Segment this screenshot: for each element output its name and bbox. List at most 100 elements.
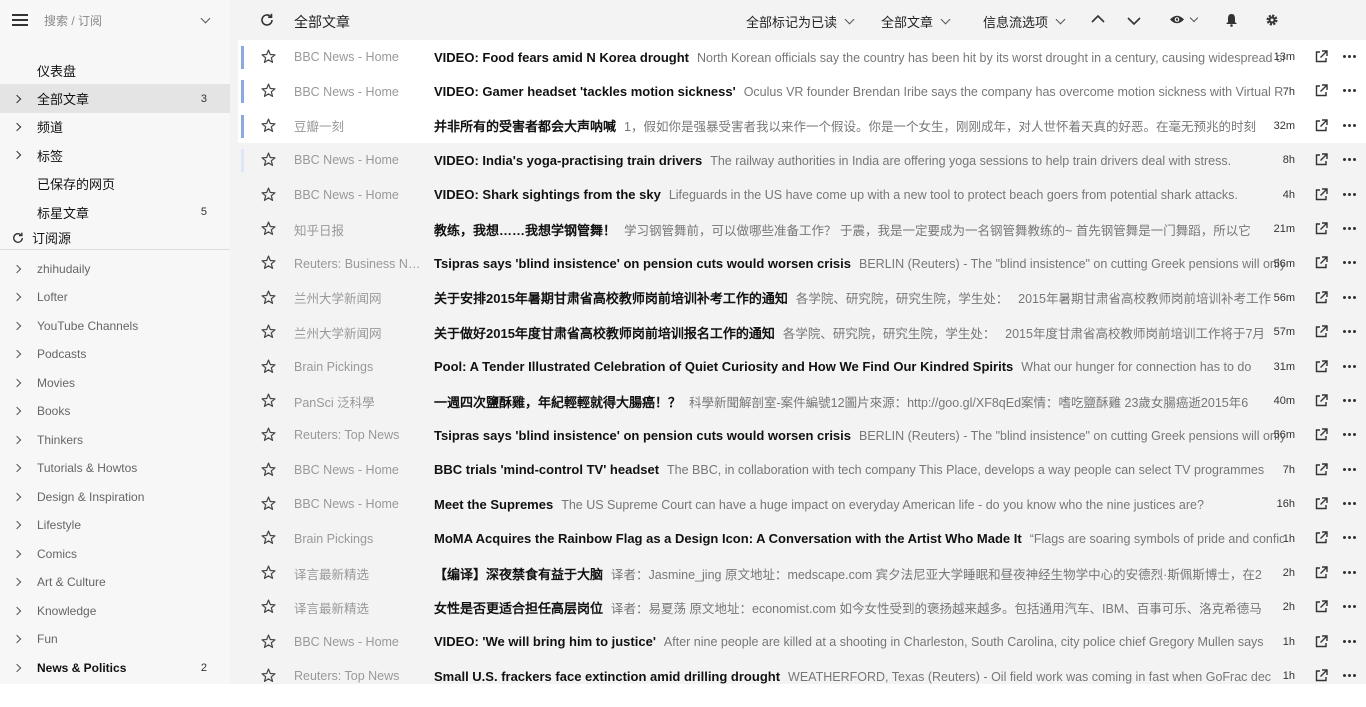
article-body[interactable]: 关于安排2015年暑期甘肃省高校教师岗前培训补考工作的通知 各学院、研究院，研究生… [434, 288, 1284, 307]
article-row[interactable]: BBC News - Home VIDEO: 'We will bring him… [238, 625, 1366, 659]
star-icon[interactable] [261, 565, 276, 580]
article-body[interactable]: VIDEO: Gamer headset 'tackles motion sic… [434, 84, 1284, 99]
more-options-icon[interactable] [1343, 123, 1356, 127]
feed-folder[interactable]: Lofter [0, 283, 230, 312]
article-row[interactable]: Reuters: Top News Tsipras says 'blind ins… [238, 418, 1366, 452]
article-body[interactable]: VIDEO: Shark sightings from the sky Lifeg… [434, 187, 1284, 202]
external-link-icon[interactable] [1315, 84, 1328, 97]
external-link-icon[interactable] [1315, 291, 1328, 304]
article-body[interactable]: VIDEO: 'We will bring him to justice' Aft… [434, 634, 1284, 649]
more-options-icon[interactable] [1343, 364, 1356, 368]
article-row[interactable]: 兰州大学新闻网 关于安排2015年暑期甘肃省高校教师岗前培训补考工作的通知 各学院、… [238, 281, 1366, 315]
sidebar-nav-item[interactable]: 标签 [0, 141, 230, 169]
bell-icon[interactable] [1225, 13, 1238, 27]
article-row[interactable]: 豆瓣一刻 并非所有的受害者都会大声呐喊 1，假如你是强暴受害者我以来作一个假设。你是… [238, 108, 1366, 144]
chevron-right-icon[interactable] [12, 292, 22, 302]
feed-folder[interactable]: Podcasts [0, 340, 230, 369]
view-mode-button[interactable] [1169, 13, 1199, 25]
star-icon[interactable] [261, 83, 276, 98]
feed-folder[interactable]: Fun [0, 625, 230, 654]
star-icon[interactable] [261, 530, 276, 545]
article-title[interactable]: 关于安排2015年暑期甘肃省高校教师岗前培训补考工作的通知 [434, 291, 788, 306]
feed-folder[interactable]: Lifestyle [0, 511, 230, 540]
chevron-right-icon[interactable] [12, 349, 22, 359]
more-options-icon[interactable] [1343, 158, 1356, 162]
more-options-icon[interactable] [1343, 398, 1356, 402]
chevron-right-icon[interactable] [12, 406, 22, 416]
article-title[interactable]: 一週四次鹽酥雞，年紀輕輕就得大腸癌！？ [434, 395, 681, 410]
chevron-right-icon[interactable] [12, 492, 22, 501]
article-title[interactable]: Small U.S. frackers face extinction amid… [434, 669, 780, 684]
more-options-icon[interactable] [1343, 330, 1356, 334]
more-options-icon[interactable] [1343, 502, 1356, 506]
article-row[interactable]: BBC News - Home VIDEO: Gamer headset 'tac… [238, 74, 1366, 109]
star-icon[interactable] [261, 187, 276, 202]
article-body[interactable]: Tsipras says 'blind insistence' on pensi… [434, 428, 1284, 443]
feed-folder[interactable]: News & Politics 2 [0, 653, 230, 682]
external-link-icon[interactable] [1315, 256, 1328, 269]
article-body[interactable]: Meet the Supremes The US Supreme Court ca… [434, 497, 1284, 512]
gear-icon[interactable] [1265, 13, 1279, 27]
article-body[interactable]: 关于做好2015年度甘肃省高校教师岗前培训报名工作的通知 各学院、研究院，研究生院… [434, 323, 1284, 342]
external-link-icon[interactable] [1315, 119, 1328, 132]
filter-dropdown[interactable]: 全部文章 [881, 12, 951, 31]
article-body[interactable]: 一週四次鹽酥雞，年紀輕輕就得大腸癌！？ 科學新聞解剖室-案件編號12圖片來源：ht… [434, 392, 1284, 411]
chevron-down-icon[interactable] [1127, 16, 1141, 26]
sidebar-nav-item[interactable]: 频道 [0, 113, 230, 141]
chevron-right-icon[interactable] [12, 577, 22, 587]
article-body[interactable]: 并非所有的受害者都会大声呐喊 1，假如你是强暴受害者我以来作一个假设。你是一个女生… [434, 116, 1284, 135]
sidebar-nav-item[interactable]: 已保存的网页 [0, 170, 230, 198]
more-options-icon[interactable] [1343, 55, 1356, 58]
feed-folder[interactable]: Thinkers [0, 425, 230, 454]
article-title[interactable]: Tsipras says 'blind insistence' on pensi… [434, 256, 851, 271]
external-link-icon[interactable] [1315, 669, 1328, 682]
chevron-right-icon[interactable] [12, 634, 22, 644]
star-icon[interactable] [261, 462, 276, 477]
external-link-icon[interactable] [1315, 187, 1328, 201]
more-options-icon[interactable] [1343, 536, 1356, 540]
external-link-icon[interactable] [1315, 394, 1328, 407]
article-body[interactable]: MoMA Acquires the Rainbow Flag as a Desi… [434, 531, 1284, 546]
article-title[interactable]: Meet the Supremes [434, 497, 553, 512]
article-title[interactable]: VIDEO: India's yoga-practising train dri… [434, 153, 702, 168]
article-title[interactable]: BBC trials 'mind-control TV' headset [434, 462, 659, 477]
chevron-right-icon[interactable] [12, 122, 22, 132]
feed-folder[interactable]: zhihudaily [0, 254, 230, 283]
article-title[interactable]: Tsipras says 'blind insistence' on pensi… [434, 428, 851, 443]
star-icon[interactable] [261, 118, 276, 133]
article-title[interactable]: 女性是否更适合担任高层岗位 [434, 601, 603, 616]
more-options-icon[interactable] [1343, 433, 1356, 437]
article-row[interactable]: 兰州大学新闻网 关于做好2015年度甘肃省高校教师岗前培训报名工作的通知 各学院、研… [238, 315, 1366, 349]
article-body[interactable]: VIDEO: Food fears amid N Korea drought No… [434, 50, 1284, 65]
article-row[interactable]: Reuters: Top News Small U.S. frackers fac… [238, 659, 1366, 684]
more-options-icon[interactable] [1343, 261, 1356, 265]
article-body[interactable]: Pool: A Tender Illustrated Celebration o… [434, 359, 1284, 374]
chevron-down-icon[interactable] [200, 13, 211, 23]
sidebar-nav-item[interactable]: 标星文章 5 [0, 198, 230, 226]
refresh-icon[interactable] [260, 13, 274, 27]
article-row[interactable]: 译言最新精选 【编译】深夜禁食有益于大脑 译者：Jasmine_jing 原文地址：… [238, 556, 1366, 590]
search-subscribe-input[interactable]: 搜索 / 订阅 [44, 12, 211, 29]
more-options-icon[interactable] [1343, 639, 1356, 643]
more-options-icon[interactable] [1343, 89, 1356, 93]
external-link-icon[interactable] [1315, 634, 1328, 648]
feed-folder[interactable]: Comics [0, 539, 230, 568]
chevron-right-icon[interactable] [12, 435, 22, 444]
more-options-icon[interactable] [1343, 192, 1356, 196]
more-options-icon[interactable] [1343, 226, 1356, 230]
menu-icon[interactable] [12, 14, 28, 26]
star-icon[interactable] [261, 634, 276, 649]
star-icon[interactable] [261, 668, 276, 683]
article-title[interactable]: 并非所有的受害者都会大声呐喊 [434, 119, 616, 134]
star-icon[interactable] [261, 152, 276, 167]
article-body[interactable]: Small U.S. frackers face extinction amid… [434, 669, 1284, 684]
article-body[interactable]: VIDEO: India's yoga-practising train dri… [434, 153, 1284, 168]
more-options-icon[interactable] [1343, 467, 1356, 471]
feed-folder[interactable]: Books [0, 397, 230, 426]
chevron-right-icon[interactable] [12, 378, 22, 387]
article-row[interactable]: 知乎日报 教练，我想……我想学钢管舞！ 学习钢管舞前，可以做哪些准备工作？ 于震，我… [238, 212, 1366, 246]
refresh-icon[interactable] [12, 232, 24, 244]
article-title[interactable]: VIDEO: Food fears amid N Korea drought [434, 50, 689, 65]
star-icon[interactable] [261, 255, 276, 270]
article-row[interactable]: Brain Pickings Pool: A Tender Illustrated… [238, 350, 1366, 384]
